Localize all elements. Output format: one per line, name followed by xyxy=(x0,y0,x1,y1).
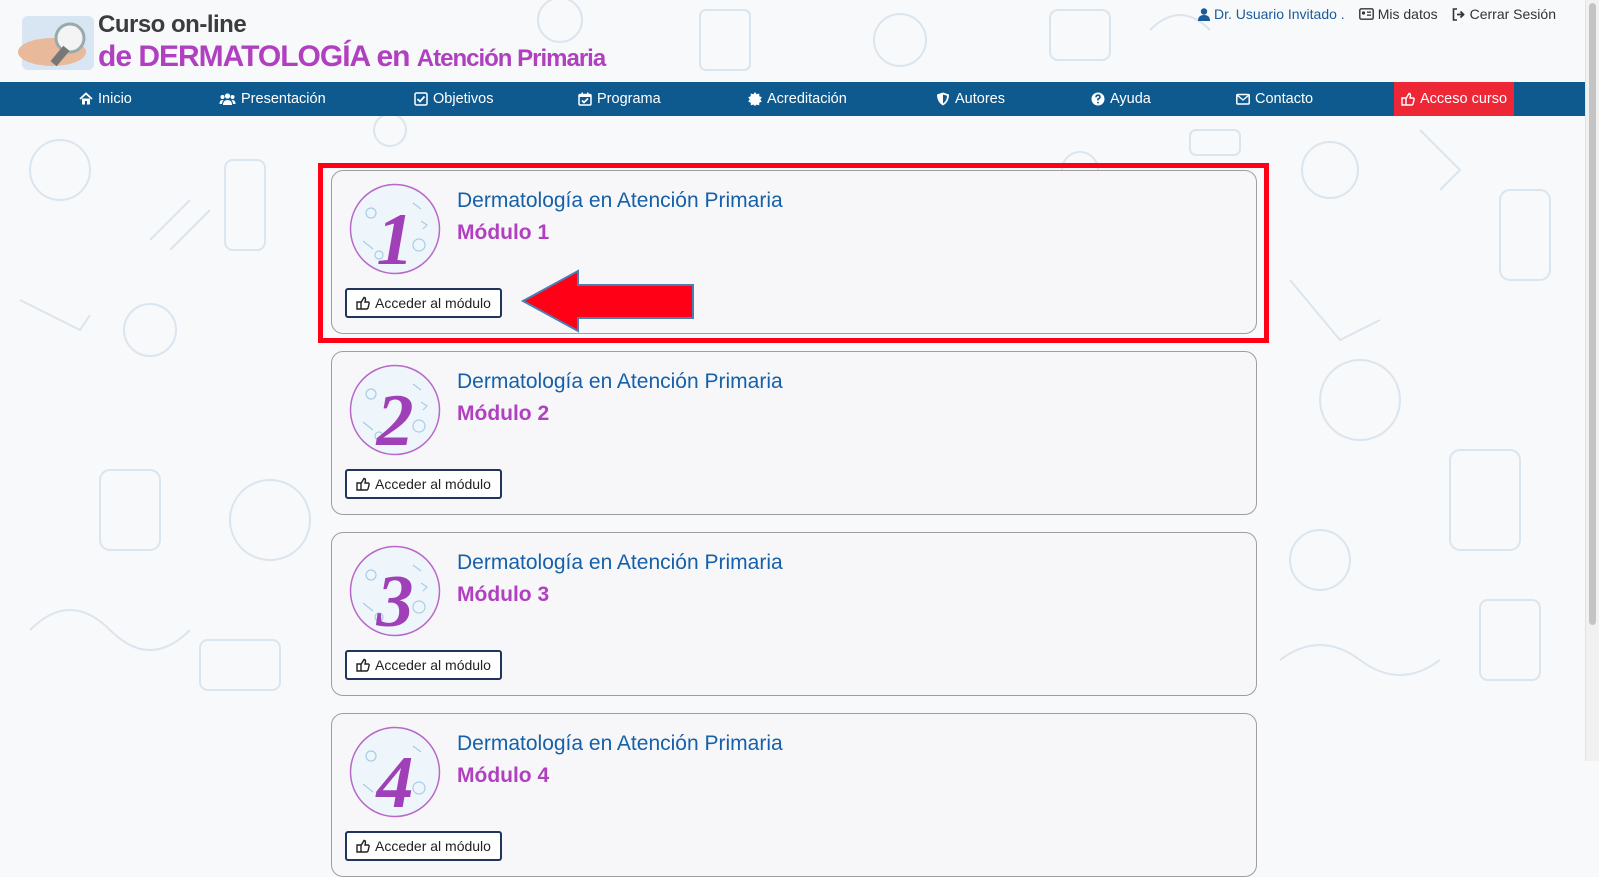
my-data-link[interactable]: Mis datos xyxy=(1358,6,1438,22)
id-card-icon xyxy=(1358,8,1374,20)
access-module-button[interactable]: Acceder al módulo xyxy=(345,469,502,499)
shield-icon xyxy=(937,92,949,106)
logo-title-line2: de DERMATOLOGÍA en Atención Primaria xyxy=(98,40,606,74)
logout-label: Cerrar Sesión xyxy=(1469,6,1556,22)
user-icon xyxy=(1197,7,1210,21)
nav-label-ayuda: Ayuda xyxy=(1110,91,1151,107)
module-name: Módulo 2 xyxy=(457,402,550,425)
highlight-box xyxy=(318,163,1269,343)
vertical-scrollbar[interactable] xyxy=(1585,0,1599,761)
logo-title-sub: Atención Primaria xyxy=(416,45,606,72)
module-number-badge: 2 xyxy=(349,364,441,456)
calendar-check-icon xyxy=(578,92,592,106)
user-links: Dr. Usuario Invitado . Mis datos Cerrar … xyxy=(1197,6,1556,22)
user-name: Dr. Usuario Invitado . xyxy=(1213,6,1345,22)
nav-item-ayuda[interactable]: Ayuda xyxy=(1091,82,1151,116)
nav-label-contacto: Contacto xyxy=(1255,91,1314,107)
site-header: Curso on-line de DERMATOLOGÍA en Atenció… xyxy=(0,0,1586,82)
question-icon xyxy=(1091,92,1105,106)
annotation-arrow-icon xyxy=(520,269,694,333)
nav-label-objetivos: Objetivos xyxy=(433,91,494,107)
site-logo[interactable]: Curso on-line de DERMATOLOGÍA en Atenció… xyxy=(12,8,606,78)
logo-title-line1: Curso on-line xyxy=(98,11,247,38)
nav-label-inicio: Inicio xyxy=(98,91,132,107)
logo-illustration xyxy=(18,16,94,70)
module-name: Módulo 3 xyxy=(457,583,550,606)
module-card: 2 Dermatología en Atención Primaria Módu… xyxy=(331,351,1257,515)
module-number-badge: 4 xyxy=(349,726,441,818)
module-card: 3 Dermatología en Atención Primaria Módu… xyxy=(331,532,1257,696)
envelope-icon xyxy=(1236,93,1250,105)
module-title: Dermatología en Atención Primaria xyxy=(457,370,783,393)
checkbox-icon xyxy=(414,92,428,106)
logout-link[interactable]: Cerrar Sesión xyxy=(1452,6,1556,22)
module-title: Dermatología en Atención Primaria xyxy=(457,732,783,755)
scrollbar-thumb[interactable] xyxy=(1589,3,1596,625)
hand-pointer-icon xyxy=(356,477,370,491)
module-name: Módulo 4 xyxy=(457,764,550,787)
nav-label-acreditacion: Acreditación xyxy=(767,91,847,107)
module-card: 4 Dermatología en Atención Primaria Módu… xyxy=(331,713,1257,877)
nav-item-objetivos[interactable]: Objetivos xyxy=(414,82,493,116)
main-navigation: Inicio Presentación Objetivos Programa A… xyxy=(0,82,1586,116)
nav-item-acceso-curso[interactable]: Acceso curso xyxy=(1394,82,1515,116)
module-title: Dermatología en Atención Primaria xyxy=(457,551,783,574)
module-number-badge: 3 xyxy=(349,545,441,637)
user-account-link[interactable]: Dr. Usuario Invitado . xyxy=(1197,6,1345,22)
nav-item-contacto[interactable]: Contacto xyxy=(1236,82,1313,116)
my-data-label: Mis datos xyxy=(1377,6,1438,22)
nav-label-programa: Programa xyxy=(597,91,661,107)
nav-item-inicio[interactable]: Inicio xyxy=(79,82,132,116)
nav-label-presentacion: Presentación xyxy=(241,91,326,107)
nav-label-acceso-curso: Acceso curso xyxy=(1420,91,1508,107)
nav-item-acreditacion[interactable]: Acreditación xyxy=(748,82,847,116)
access-module-label: Acceder al módulo xyxy=(375,838,491,854)
module-number: 4 xyxy=(375,742,414,818)
access-module-label: Acceder al módulo xyxy=(375,657,491,673)
nav-label-autores: Autores xyxy=(955,91,1005,107)
nav-item-autores[interactable]: Autores xyxy=(936,82,1005,116)
sign-out-icon xyxy=(1452,7,1465,21)
certificate-icon xyxy=(748,92,762,106)
hand-pointer-icon xyxy=(356,658,370,672)
access-module-button[interactable]: Acceder al módulo xyxy=(345,831,502,861)
hand-pointer-icon xyxy=(356,839,370,853)
nav-item-programa[interactable]: Programa xyxy=(578,82,661,116)
nav-item-presentacion[interactable]: Presentación xyxy=(219,82,326,116)
module-number: 2 xyxy=(376,380,414,456)
module-number: 3 xyxy=(376,561,414,637)
home-icon xyxy=(79,92,93,105)
logo-title-main: de DERMATOLOGÍA en xyxy=(98,40,417,73)
users-icon xyxy=(219,93,236,105)
access-module-label: Acceder al módulo xyxy=(375,476,491,492)
access-module-button[interactable]: Acceder al módulo xyxy=(345,650,502,680)
hand-pointer-icon xyxy=(1401,92,1415,106)
